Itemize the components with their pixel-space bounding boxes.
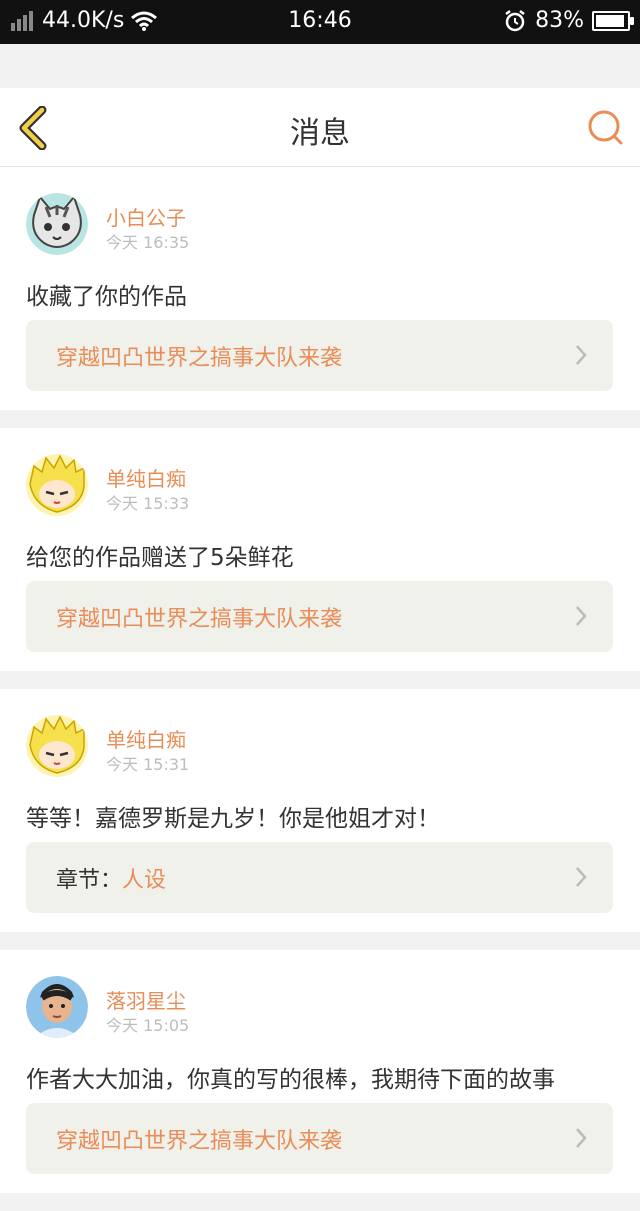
work-link[interactable]: 穿越凹凸世界之搞事大队来袭 [26,1103,613,1174]
search-icon[interactable] [586,108,626,148]
user-name[interactable]: 单纯白痴 [106,463,186,492]
message-card: 单纯白痴 今天 15:31 等等！嘉德罗斯是九岁！你是他姐才对！ 章节：人设 [0,689,640,932]
chapter-link[interactable]: 章节：人设 [26,842,613,913]
chevron-right-icon [576,345,587,365]
message-time: 今天 15:31 [106,755,190,774]
work-link-title: 穿越凹凸世界之搞事大队来袭 [56,607,343,632]
work-link[interactable]: 穿越凹凸世界之搞事大队来袭 [26,581,613,652]
avatar[interactable] [26,715,88,777]
message-text: 收藏了你的作品 [26,284,187,310]
work-link-label: 穿越凹凸世界之搞事大队来袭 [56,601,342,633]
battery-percent: 83% [535,8,584,33]
message-text: 给您的作品赠送了5朵鲜花 [26,545,294,571]
chevron-right-icon [576,867,587,887]
status-bar: 44.0K/s 16:46 83% [0,0,640,44]
page-title: 消息 [290,116,350,151]
chapter-link-title: 人设 [122,868,167,893]
chapter-link-label: 章节：人设 [56,862,166,894]
battery-icon [592,10,634,31]
status-right: 83% [503,8,634,33]
message-text: 作者大大加油，你真的写的很棒，我期待下面的故事 [26,1067,555,1093]
message-time: 今天 15:33 [106,494,190,513]
message-time: 今天 16:35 [106,233,190,252]
work-link-label: 穿越凹凸世界之搞事大队来袭 [56,340,342,372]
avatar[interactable] [26,976,88,1038]
top-spacer [0,44,640,88]
avatar[interactable] [26,454,88,516]
user-name[interactable]: 落羽星尘 [106,985,186,1014]
app-header: 消息 [0,88,640,167]
alarm-icon [505,9,525,31]
message-card: 小白公子 今天 16:35 收藏了你的作品 穿越凹凸世界之搞事大队来袭 [0,167,640,410]
avatar[interactable] [26,193,88,255]
work-link-title: 穿越凹凸世界之搞事大队来袭 [56,1129,343,1154]
message-list: 小白公子 今天 16:35 收藏了你的作品 穿越凹凸世界之搞事大队来袭 单纯白痴… [0,167,640,1211]
message-time: 今天 15:05 [106,1016,190,1035]
work-link-label: 穿越凹凸世界之搞事大队来袭 [56,1123,342,1155]
work-link-title: 穿越凹凸世界之搞事大队来袭 [56,346,343,371]
chapter-link-prefix: 章节： [56,868,123,893]
user-name[interactable]: 小白公子 [106,202,186,231]
user-name[interactable]: 单纯白痴 [106,724,186,753]
chevron-right-icon [576,606,587,626]
message-text: 等等！嘉德罗斯是九岁！你是他姐才对！ [26,806,440,832]
chevron-right-icon [576,1128,587,1148]
message-card: 单纯白痴 今天 15:33 给您的作品赠送了5朵鲜花 穿越凹凸世界之搞事大队来袭 [0,428,640,671]
work-link[interactable]: 穿越凹凸世界之搞事大队来袭 [26,320,613,391]
message-card: 落羽星尘 今天 15:05 作者大大加油，你真的写的很棒，我期待下面的故事 穿越… [0,950,640,1193]
